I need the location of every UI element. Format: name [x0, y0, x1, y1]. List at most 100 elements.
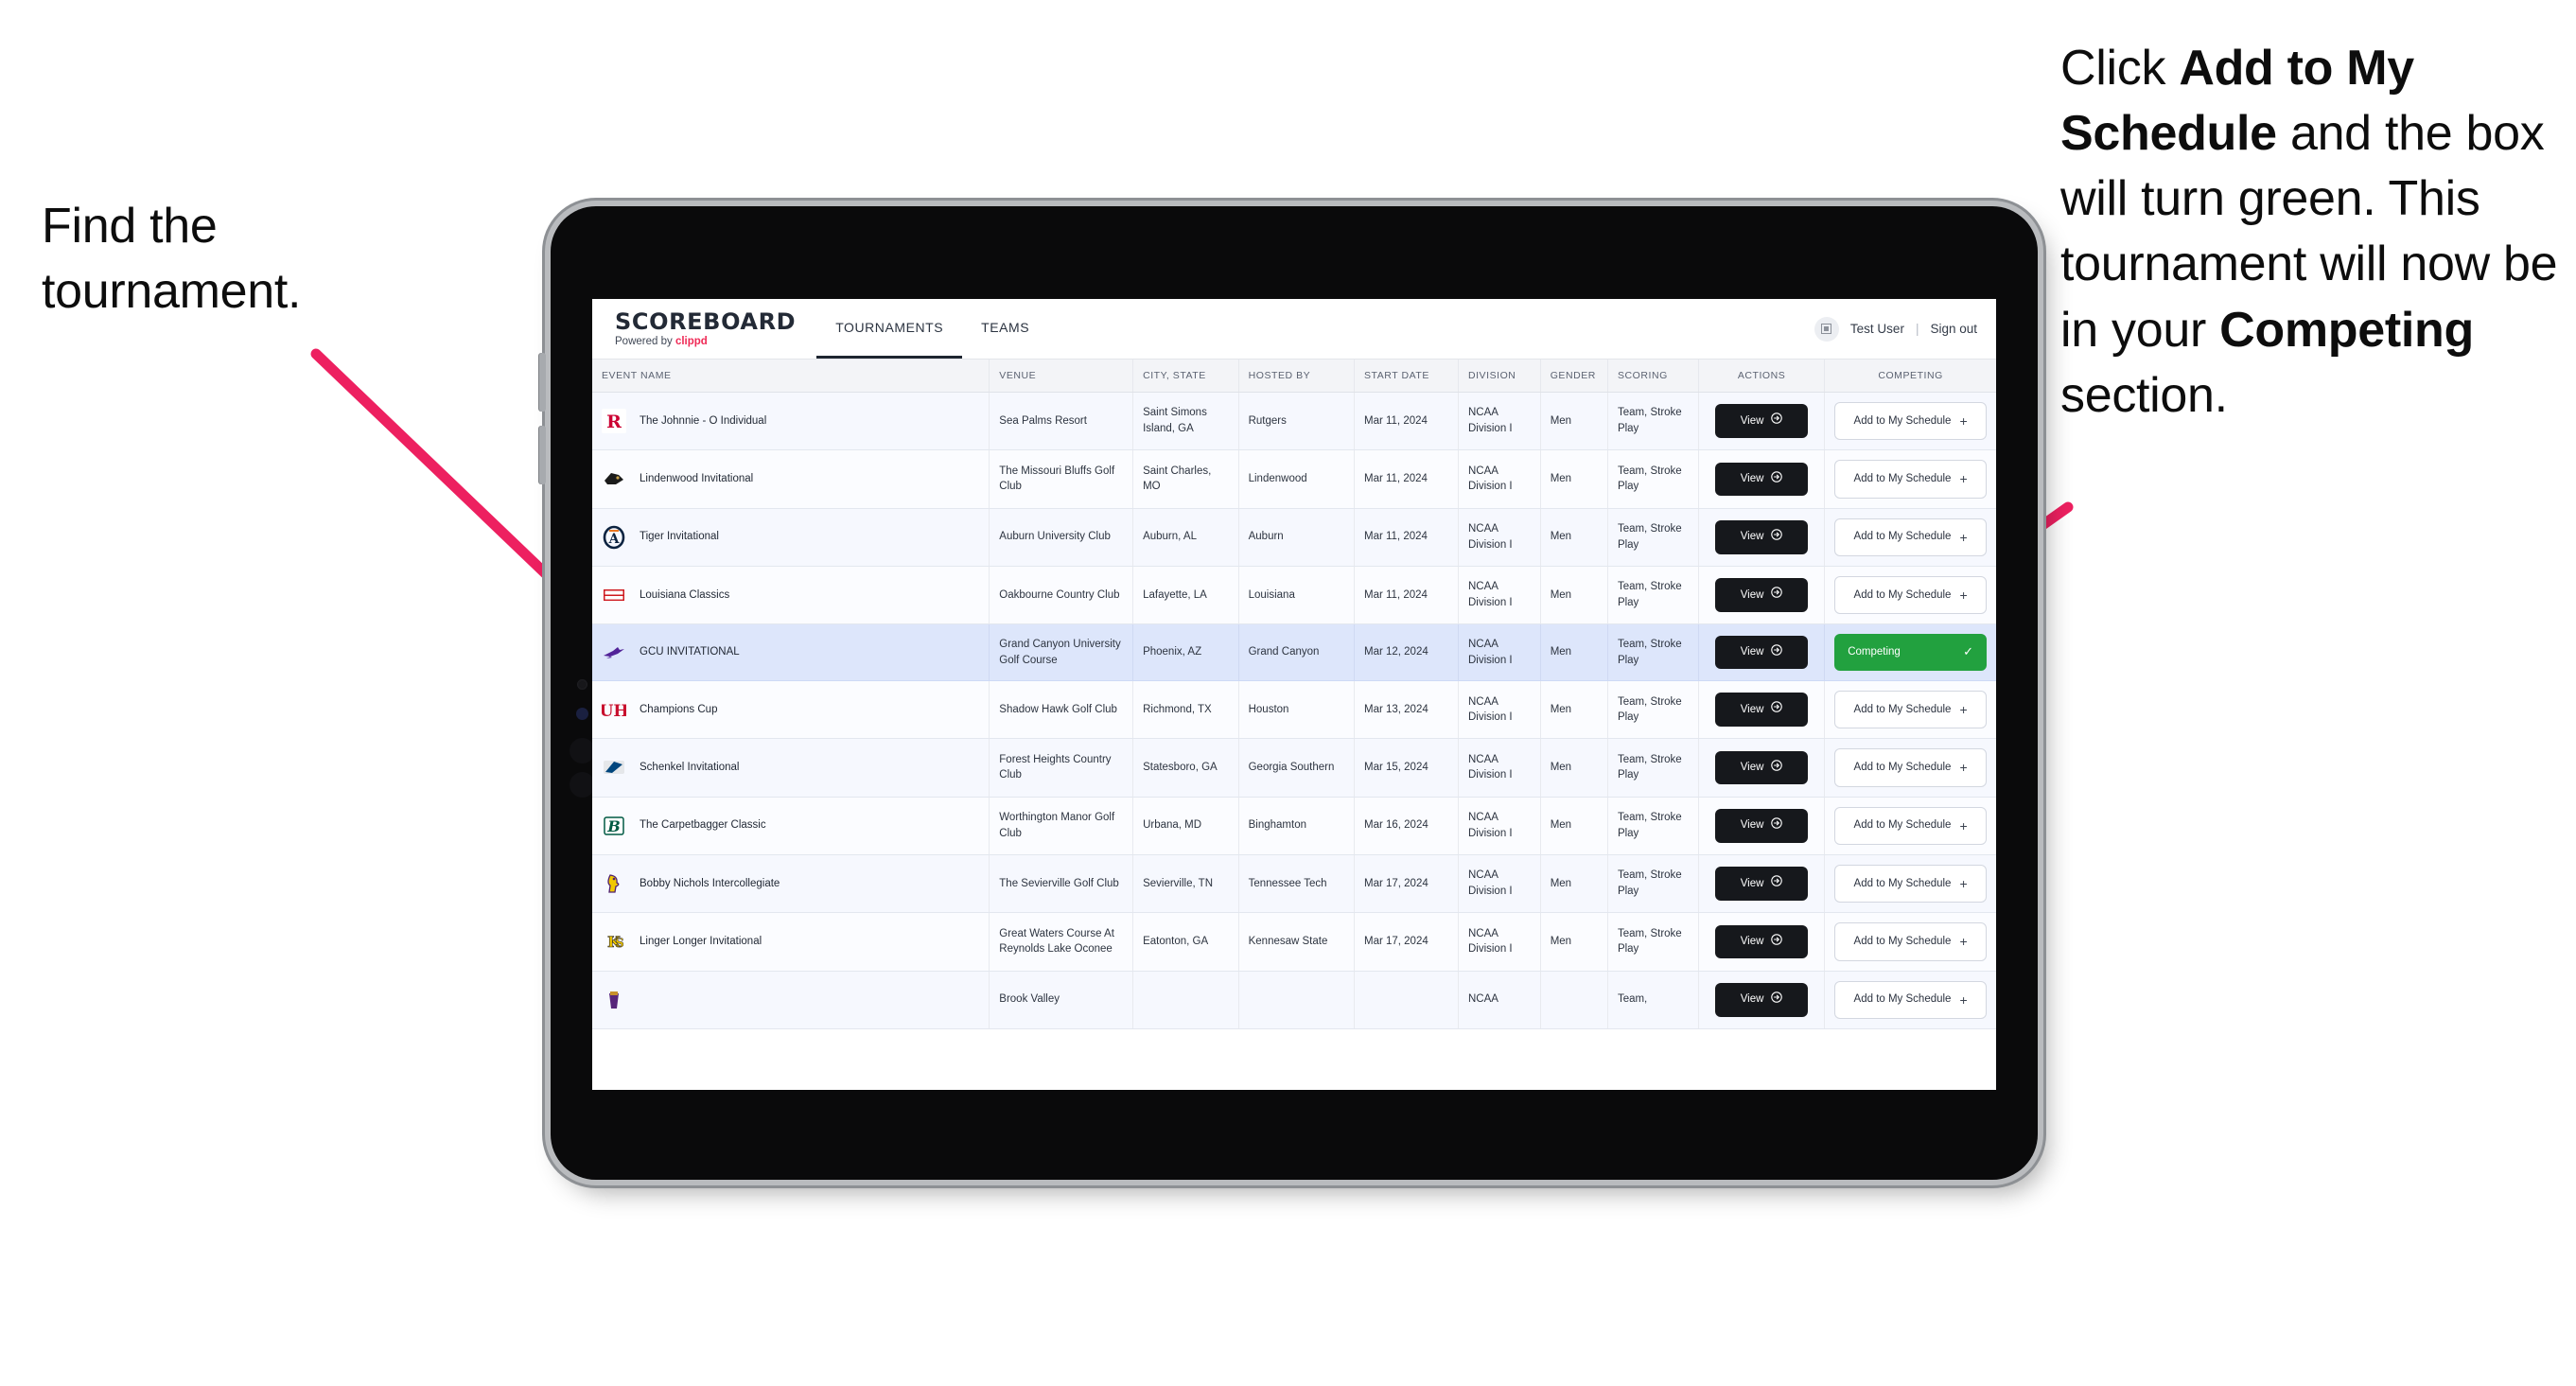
column-header-actions[interactable]: ACTIONS — [1698, 360, 1826, 393]
competing-button[interactable]: Competing ✓ — [1834, 634, 1987, 672]
plus-icon: + — [1959, 991, 1968, 1008]
plus-icon: + — [1959, 817, 1968, 833]
table-row[interactable]: K S Linger Longer Invitational Great Waters… — [592, 912, 1996, 972]
view-button[interactable]: View — [1715, 982, 1809, 1017]
add-to-my-schedule-button[interactable]: Add to My Schedule + — [1834, 864, 1987, 904]
add-to-my-schedule-button[interactable]: Add to My Schedule + — [1834, 518, 1987, 556]
table-row[interactable]: Lindenwood Invitational The Missouri Bluf… — [592, 449, 1996, 509]
view-button[interactable]: View — [1715, 808, 1809, 843]
annotation-text: Click — [2060, 41, 2180, 96]
sign-out-link[interactable]: Sign out — [1930, 322, 1977, 336]
georgiasouthern-logo — [602, 755, 626, 780]
column-header-city-state[interactable]: CITY, STATE — [1132, 360, 1239, 393]
volume-down-button[interactable] — [539, 426, 546, 484]
column-header-division[interactable]: DIVISION — [1458, 360, 1541, 393]
view-button[interactable]: View — [1715, 867, 1809, 901]
cell-event-name: Schenkel Invitational — [592, 738, 990, 798]
cell-hosted-by: Auburn — [1238, 508, 1355, 567]
view-button[interactable]: View — [1715, 693, 1809, 728]
column-header-event-name[interactable]: EVENT NAME — [592, 360, 990, 393]
grandcanyon-logo — [602, 640, 626, 665]
cell-start-date: Mar 17, 2024 — [1354, 912, 1459, 972]
add-to-my-schedule-label: Add to My Schedule — [1853, 531, 1952, 543]
cell-scoring: Team, Stroke Play — [1607, 912, 1699, 972]
cell-scoring: Team, Stroke Play — [1607, 680, 1699, 740]
cell-hosted-by — [1238, 971, 1355, 1029]
table-row[interactable]: UH Champions Cup Shadow Hawk Golf Club Rich… — [592, 680, 1996, 740]
cell-gender: Men — [1540, 797, 1608, 855]
cell-actions: View — [1698, 738, 1826, 798]
add-to-my-schedule-button[interactable]: Add to My Schedule + — [1834, 575, 1987, 615]
user-name[interactable]: Test User — [1850, 322, 1904, 336]
tab-teams[interactable]: TEAMS — [962, 299, 1048, 359]
table-header: EVENT NAME VENUE CITY, STATE HOSTED BY START… — [592, 360, 1996, 393]
view-button[interactable]: View — [1715, 462, 1809, 497]
view-button[interactable]: View — [1715, 635, 1809, 670]
add-to-my-schedule-button[interactable]: Add to My Schedule + — [1834, 402, 1987, 441]
user-avatar-icon[interactable] — [1814, 316, 1839, 342]
plus-icon: + — [1959, 702, 1968, 718]
table-row[interactable]: Brook Valley NCAA Team, View Add to My Sched… — [592, 971, 1996, 1029]
cell-division: NCAA Division I — [1458, 449, 1541, 509]
cell-division: NCAA Division I — [1458, 566, 1541, 625]
table-row[interactable]: B The Carpetbagger Classic Worthington Man… — [592, 797, 1996, 855]
sensor-icon — [576, 708, 588, 720]
check-icon: ✓ — [1963, 644, 1973, 659]
cell-division: NCAA Division I — [1458, 623, 1541, 682]
column-header-venue[interactable]: VENUE — [989, 360, 1134, 393]
cell-actions: View — [1698, 449, 1826, 509]
add-to-my-schedule-button[interactable]: Add to My Schedule + — [1834, 748, 1987, 787]
cell-gender: Men — [1540, 623, 1608, 682]
cell-city-state: Phoenix, AZ — [1132, 623, 1239, 682]
table-row[interactable]: Schenkel Invitational Forest Heights Coun… — [592, 738, 1996, 798]
table-row[interactable]: A Tiger Invitational Auburn University Clu… — [592, 508, 1996, 567]
app-header: SCOREBOARD Powered by clippd TOURNAMENTS… — [592, 299, 1996, 360]
cell-city-state: Eatonton, GA — [1132, 912, 1239, 972]
cell-actions: View — [1698, 566, 1826, 625]
add-to-my-schedule-label: Add to My Schedule — [1853, 588, 1952, 601]
table-row[interactable]: Bobby Nichols Intercollegiate The Sevierv… — [592, 854, 1996, 914]
table-row[interactable]: GCU INVITATIONAL Grand Canyon University … — [592, 623, 1996, 682]
add-to-my-schedule-button[interactable]: Add to My Schedule + — [1834, 980, 1987, 1019]
view-button[interactable]: View — [1715, 578, 1809, 612]
table-body: R The Johnnie - O Individual Sea Palms Res… — [592, 392, 1996, 1029]
svg-text:UH: UH — [602, 702, 626, 721]
cell-start-date: Mar 12, 2024 — [1354, 623, 1459, 682]
column-header-hosted-by[interactable]: HOSTED BY — [1238, 360, 1355, 393]
cell-scoring: Team, Stroke Play — [1607, 738, 1699, 798]
cell-event-name: Lindenwood Invitational — [592, 449, 990, 509]
column-header-scoring[interactable]: SCORING — [1607, 360, 1699, 393]
view-button[interactable]: View — [1715, 519, 1809, 554]
svg-text:S: S — [615, 937, 623, 951]
volume-up-button[interactable] — [539, 353, 546, 412]
cell-start-date: Mar 15, 2024 — [1354, 738, 1459, 798]
add-to-my-schedule-button[interactable]: Add to My Schedule + — [1834, 691, 1987, 729]
camera-icon — [577, 679, 587, 690]
cell-gender: Men — [1540, 854, 1608, 914]
add-to-my-schedule-label: Add to My Schedule — [1853, 473, 1952, 485]
cell-start-date: Mar 11, 2024 — [1354, 508, 1459, 567]
add-to-my-schedule-button[interactable]: Add to My Schedule + — [1834, 922, 1987, 961]
cell-division: NCAA Division I — [1458, 508, 1541, 567]
cell-start-date: Mar 11, 2024 — [1354, 566, 1459, 625]
table-row[interactable]: R The Johnnie - O Individual Sea Palms Res… — [592, 392, 1996, 451]
add-to-my-schedule-label: Add to My Schedule — [1853, 762, 1952, 774]
view-button-label: View — [1740, 762, 1764, 774]
table-row[interactable]: Louisiana Classics Oakbourne Country Club… — [592, 566, 1996, 625]
view-button[interactable]: View — [1715, 404, 1809, 438]
cell-city-state: Lafayette, LA — [1132, 566, 1239, 625]
view-button[interactable]: View — [1715, 750, 1809, 785]
view-button[interactable]: View — [1715, 924, 1809, 959]
cell-hosted-by: Kennesaw State — [1238, 912, 1355, 972]
cell-city-state: Auburn, AL — [1132, 508, 1239, 567]
column-header-start-date[interactable]: START DATE — [1354, 360, 1459, 393]
tournaments-table: EVENT NAME VENUE CITY, STATE HOSTED BY START… — [592, 360, 1996, 1029]
add-to-my-schedule-button[interactable]: Add to My Schedule + — [1834, 460, 1987, 499]
add-to-my-schedule-button[interactable]: Add to My Schedule + — [1834, 806, 1987, 845]
cell-actions: View — [1698, 392, 1826, 451]
tab-tournaments[interactable]: TOURNAMENTS — [816, 299, 963, 359]
column-header-competing[interactable]: COMPETING — [1824, 360, 1996, 393]
cell-event-name: Louisiana Classics — [592, 566, 990, 625]
column-header-gender[interactable]: GENDER — [1540, 360, 1608, 393]
annotation-text: section. — [2060, 367, 2228, 423]
